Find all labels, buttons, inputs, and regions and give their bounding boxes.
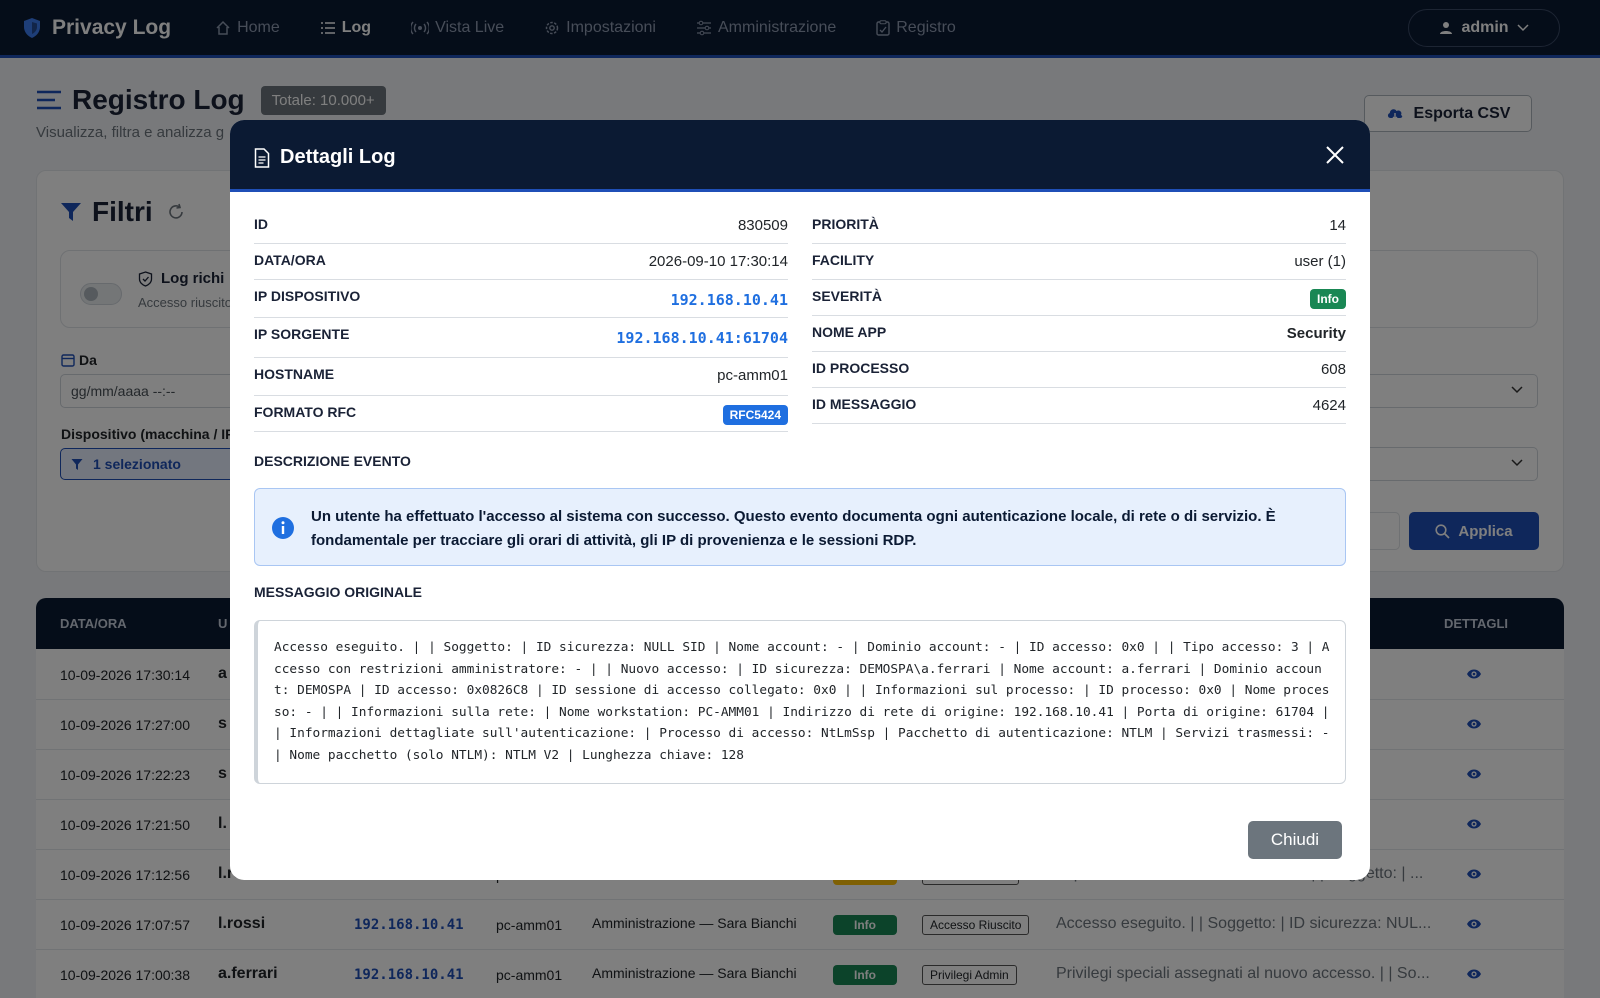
source-ip-link[interactable]: 192.168.10.41:61704	[616, 329, 788, 347]
field-facility: FACILITY user (1)	[812, 244, 1346, 280]
close-icon[interactable]	[1326, 146, 1344, 164]
info-icon	[272, 517, 294, 539]
field-id: ID 830509	[254, 208, 788, 244]
modal-title: Dettagli Log	[254, 146, 396, 169]
field-device-ip: IP DISPOSITIVO 192.168.10.41	[254, 280, 788, 318]
field-priority: PRIORITÀ 14	[812, 208, 1346, 244]
document-icon	[254, 147, 270, 168]
device-ip-link[interactable]: 192.168.10.41	[671, 291, 788, 309]
original-message-text: Accesso eseguito. | | Soggetto: | ID sic…	[274, 640, 1330, 763]
field-message-id: ID MESSAGGIO 4624	[812, 388, 1346, 424]
field-app-name: NOME APP Security	[812, 316, 1346, 352]
field-rfc-format: FORMATO RFC RFC5424	[254, 396, 788, 432]
description-box: Un utente ha effettuato l'accesso al sis…	[254, 488, 1346, 566]
severity-badge: Info	[1310, 289, 1346, 309]
field-process-id: ID PROCESSO 608	[812, 352, 1346, 388]
description-text: Un utente ha effettuato l'accesso al sis…	[311, 508, 1276, 549]
field-hostname: HOSTNAME pc-amm01	[254, 358, 788, 396]
close-button[interactable]: Chiudi	[1248, 821, 1342, 859]
modal-footer: Chiudi	[230, 810, 1370, 880]
modal-title-text: Dettagli Log	[280, 146, 396, 168]
field-datetime: DATA/ORA 2026-09-10 17:30:14	[254, 244, 788, 280]
field-severity: SEVERITÀ Info	[812, 280, 1346, 316]
log-details-modal: Dettagli Log ID 830509 DATA/ORA 2026-09-10…	[230, 120, 1370, 880]
modal-header: Dettagli Log	[230, 120, 1370, 192]
field-source-ip: IP SORGENTE 192.168.10.41:61704	[254, 318, 788, 358]
rfc-badge: RFC5424	[722, 405, 788, 425]
original-message-box[interactable]: Accesso eseguito. | | Soggetto: | ID sic…	[254, 620, 1346, 784]
description-label: DESCRIZIONE EVENTO	[254, 453, 411, 469]
original-message-label: MESSAGGIO ORIGINALE	[254, 584, 423, 600]
